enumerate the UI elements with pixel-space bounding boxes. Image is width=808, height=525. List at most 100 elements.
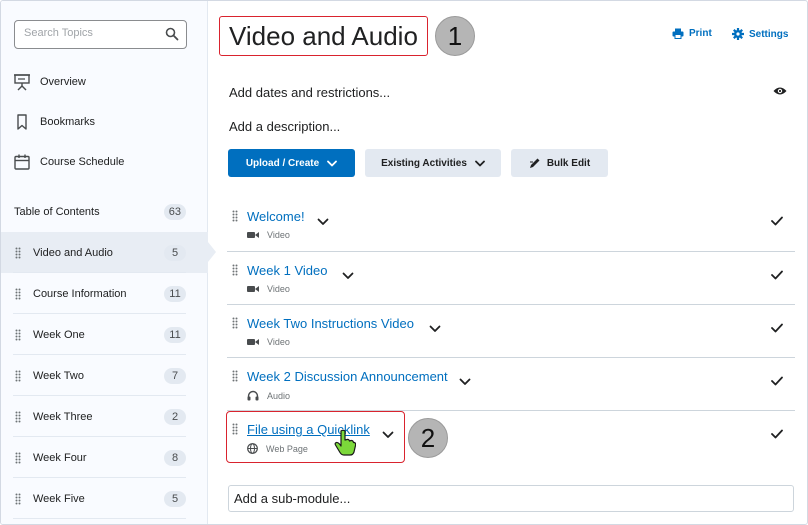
bulk-edit-button[interactable]: Bulk Edit bbox=[511, 149, 608, 177]
topic-type-label: Audio bbox=[267, 390, 291, 401]
topic-type: Web Page bbox=[247, 443, 308, 454]
topic-type: Video bbox=[247, 337, 290, 347]
module-count-badge: 5 bbox=[164, 490, 186, 507]
upload-create-button[interactable]: Upload / Create bbox=[228, 149, 355, 177]
module-item-week-five[interactable]: Week Five 5 bbox=[1, 478, 208, 519]
globe-icon bbox=[247, 443, 258, 454]
topic-type: Audio bbox=[247, 390, 290, 401]
search-icon[interactable] bbox=[165, 27, 179, 41]
add-description-link[interactable]: Add a description... bbox=[229, 119, 340, 134]
sidebar-item-label: Course Schedule bbox=[40, 156, 125, 168]
checkmark-icon bbox=[771, 323, 783, 333]
drag-handle-icon[interactable] bbox=[15, 288, 21, 300]
main-content: Video and Audio 1 Print Settings Add dat… bbox=[209, 1, 807, 524]
sidebar-item-label: Overview bbox=[40, 76, 86, 88]
video-camera-icon bbox=[247, 286, 259, 292]
eye-icon[interactable] bbox=[773, 86, 787, 96]
checkmark-icon bbox=[771, 270, 783, 280]
table-of-contents-header[interactable]: Table of Contents 63 bbox=[14, 201, 186, 223]
presentation-icon bbox=[14, 74, 30, 91]
module-count-badge: 11 bbox=[164, 285, 186, 302]
module-item-week-one[interactable]: Week One 11 bbox=[1, 314, 208, 355]
print-button[interactable]: Print bbox=[672, 28, 712, 39]
add-submodule-input[interactable]: Add a sub-module... bbox=[228, 485, 794, 512]
bulk-edit-label: Bulk Edit bbox=[546, 157, 591, 169]
drag-handle-icon[interactable] bbox=[15, 411, 21, 423]
module-count-badge: 5 bbox=[164, 244, 186, 261]
topic-type-label: Video bbox=[267, 337, 290, 347]
existing-activities-button[interactable]: Existing Activities bbox=[365, 149, 501, 177]
chevron-down-icon[interactable] bbox=[317, 218, 329, 226]
drag-handle-icon[interactable] bbox=[15, 493, 21, 505]
drag-handle-icon[interactable] bbox=[232, 264, 238, 276]
module-list: Video and Audio 5 Course Information 11 … bbox=[1, 232, 216, 519]
module-label: Course Information bbox=[33, 287, 127, 300]
hand-pointer-icon bbox=[334, 429, 356, 456]
drag-handle-icon[interactable] bbox=[232, 210, 238, 222]
topic-item: Week Two Instructions Video Video bbox=[227, 304, 795, 357]
drag-handle-icon[interactable] bbox=[15, 452, 21, 464]
page-title-box[interactable]: Video and Audio bbox=[219, 16, 428, 56]
module-item-course-information[interactable]: Course Information 11 bbox=[1, 273, 208, 314]
sidebar-item-bookmarks[interactable]: Bookmarks bbox=[13, 110, 95, 134]
print-label: Print bbox=[689, 28, 712, 39]
printer-icon bbox=[672, 28, 684, 39]
callout-marker-2: 2 bbox=[408, 418, 448, 458]
headphones-icon bbox=[247, 390, 259, 401]
checkmark-icon bbox=[771, 429, 783, 439]
module-count-badge: 2 bbox=[164, 408, 186, 425]
chevron-down-icon[interactable] bbox=[382, 431, 394, 439]
module-item-week-three[interactable]: Week Three 2 bbox=[1, 396, 208, 437]
drag-handle-icon[interactable] bbox=[232, 370, 238, 382]
module-label: Week One bbox=[33, 328, 85, 341]
search-input[interactable] bbox=[24, 27, 164, 39]
sidebar-item-label: Bookmarks bbox=[40, 116, 96, 128]
drag-handle-icon[interactable] bbox=[15, 329, 21, 341]
sidebar: Overview Bookmarks Course Schedule Table… bbox=[1, 1, 216, 524]
module-count-badge: 7 bbox=[164, 367, 186, 384]
chevron-down-icon bbox=[474, 160, 485, 166]
topic-title-link[interactable]: Week Two Instructions Video bbox=[247, 316, 414, 331]
module-label: Video and Audio bbox=[33, 246, 113, 259]
topic-type: Video bbox=[247, 284, 290, 294]
drag-handle-icon[interactable] bbox=[15, 370, 21, 382]
drag-handle-icon[interactable] bbox=[232, 317, 238, 329]
page-title: Video and Audio bbox=[229, 20, 418, 51]
chevron-down-icon[interactable] bbox=[459, 378, 471, 386]
sidebar-item-course-schedule[interactable]: Course Schedule bbox=[13, 150, 124, 174]
topic-item: Week 2 Discussion Announcement Audio bbox=[227, 357, 795, 410]
topic-item: File using a Quicklink Web Page bbox=[227, 410, 795, 463]
topic-item: Week 1 Video Video bbox=[227, 251, 795, 304]
chevron-down-icon[interactable] bbox=[429, 325, 441, 333]
topic-type-label: Video bbox=[267, 230, 290, 240]
toc-count-badge: 63 bbox=[163, 204, 186, 220]
topic-type-label: Web Page bbox=[266, 443, 308, 454]
toc-label: Table of Contents bbox=[14, 206, 100, 218]
module-label: Week Two bbox=[33, 369, 84, 382]
checkmark-icon bbox=[771, 216, 783, 226]
video-camera-icon bbox=[247, 232, 259, 238]
module-item-week-two[interactable]: Week Two 7 bbox=[1, 355, 208, 396]
topic-title-link[interactable]: Week 1 Video bbox=[247, 263, 327, 278]
drag-handle-icon[interactable] bbox=[15, 247, 21, 259]
chevron-down-icon[interactable] bbox=[342, 272, 354, 280]
upload-create-label: Upload / Create bbox=[245, 157, 320, 169]
topic-item: Welcome! Video bbox=[227, 198, 795, 251]
module-item-week-four[interactable]: Week Four 8 bbox=[1, 437, 208, 478]
topic-title-link[interactable]: Week 2 Discussion Announcement bbox=[247, 369, 448, 384]
drag-handle-icon[interactable] bbox=[232, 423, 238, 435]
callout-marker-1: 1 bbox=[435, 16, 475, 56]
video-camera-icon bbox=[247, 339, 259, 345]
add-dates-link[interactable]: Add dates and restrictions... bbox=[229, 85, 390, 100]
module-label: Week Five bbox=[33, 492, 85, 505]
topic-list: Welcome! Video Week 1 Video Video Week T… bbox=[227, 198, 795, 463]
app-frame: Overview Bookmarks Course Schedule Table… bbox=[0, 0, 808, 525]
settings-button[interactable]: Settings bbox=[732, 28, 788, 40]
module-label: Week Three bbox=[33, 410, 93, 423]
module-item-video-and-audio[interactable]: Video and Audio 5 bbox=[1, 232, 216, 273]
sidebar-item-overview[interactable]: Overview bbox=[13, 70, 86, 94]
topic-title-link[interactable]: Welcome! bbox=[247, 209, 305, 224]
module-count-badge: 8 bbox=[164, 449, 186, 466]
pencil-icon bbox=[529, 158, 540, 168]
calendar-icon bbox=[14, 154, 30, 170]
